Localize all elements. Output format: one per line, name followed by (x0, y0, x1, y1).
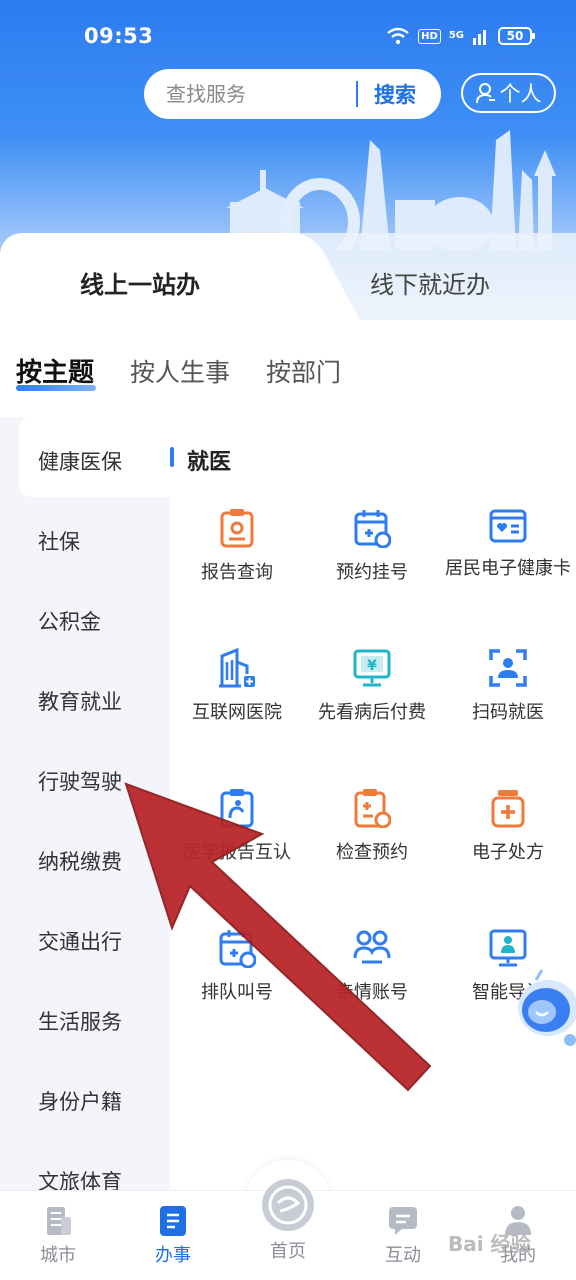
city-building-icon (47, 1207, 71, 1235)
nav-label: 城市 (40, 1245, 76, 1266)
status-time: 09:53 (84, 24, 154, 48)
service-family-account[interactable]: 亲情账号 (307, 928, 437, 1004)
personal-button[interactable]: 个人 (461, 73, 556, 113)
service-label: 排队叫号 (201, 982, 273, 1003)
sidebar-item-social-security[interactable]: 社保 (38, 526, 80, 556)
scan-code-icon (489, 649, 527, 687)
tab-online[interactable]: 线上一站办 (80, 265, 200, 300)
home-logo-icon (262, 1179, 314, 1231)
nav-label: 办事 (155, 1245, 191, 1266)
sidebar-item-identity[interactable]: 身份户籍 (38, 1086, 122, 1116)
service-label: 医学报告互认 (183, 842, 291, 863)
service-medical-report-mutual[interactable]: 医学报告互认 (172, 788, 302, 864)
hd-badge: HD (418, 28, 441, 44)
service-queue[interactable]: 排队叫号 (172, 928, 302, 1004)
battery-indicator: 50 (498, 27, 535, 45)
watermark: Bai 经验 (448, 1232, 531, 1256)
signal-icon (473, 30, 486, 45)
tab-by-theme[interactable]: 按主题 (16, 352, 97, 391)
status-bar: 09:53 HD 5G 50 (0, 0, 576, 72)
ai-assistant-robot[interactable] (508, 968, 576, 1058)
service-e-prescription[interactable]: 电子处方 (443, 788, 573, 864)
service-scan-code[interactable]: 扫码就医 (443, 648, 573, 724)
sidebar-item-transport[interactable]: 交通出行 (38, 926, 122, 956)
exam-appointment-icon (354, 789, 391, 828)
prescription-icon (491, 790, 525, 828)
nav-city[interactable]: 城市 (8, 1191, 108, 1280)
status-icons: HD 5G 50 (386, 24, 535, 48)
service-exam-appointment[interactable]: 检查预约 (307, 788, 437, 864)
health-card-icon (489, 509, 527, 543)
service-label: 电子处方 (472, 842, 544, 863)
sidebar-item-tax[interactable]: 纳税缴费 (38, 846, 122, 876)
sidebar-item-driving[interactable]: 行驶驾驶 (38, 766, 122, 796)
service-label: 居民电子健康卡 (445, 558, 571, 579)
service-label: 先看病后付费 (318, 702, 426, 723)
search-button[interactable]: 搜索 (374, 79, 416, 109)
search-input[interactable] (166, 82, 346, 106)
smart-guide-icon (489, 929, 527, 967)
section-title: 就医 (187, 450, 232, 475)
theme-sidebar (0, 417, 170, 1192)
search-bar[interactable]: 搜索 (144, 69, 441, 119)
city-skyline-illustration (226, 130, 556, 250)
wifi-icon (387, 27, 409, 45)
personal-button-label: 个人 (499, 82, 542, 106)
service-label: 亲情账号 (336, 982, 408, 1003)
queue-icon (219, 930, 256, 968)
chat-icon (389, 1207, 417, 1235)
payment-monitor-icon: ¥ (353, 649, 391, 687)
nav-services[interactable]: 办事 (123, 1191, 223, 1280)
service-report-query[interactable]: 报告查询 (172, 508, 302, 584)
svg-text:¥: ¥ (367, 658, 377, 674)
network-label: 5G (448, 30, 464, 41)
service-appointment[interactable]: 预约挂号 (307, 508, 437, 584)
service-health-card[interactable]: 居民电子健康卡 (443, 508, 573, 580)
tab-by-life-event[interactable]: 按人生事 (130, 353, 230, 389)
service-label: 互联网医院 (192, 702, 282, 723)
service-pay-later[interactable]: ¥ 先看病后付费 (307, 648, 437, 724)
search-divider (356, 81, 358, 107)
nav-label: 互动 (385, 1245, 421, 1266)
calendar-appointment-icon (354, 510, 391, 548)
service-label: 报告查询 (201, 562, 273, 583)
user-icon (475, 83, 495, 104)
nav-label: 首页 (270, 1241, 306, 1262)
tab-offline[interactable]: 线下就近办 (370, 265, 490, 300)
section-marker (170, 447, 174, 467)
hospital-icon (219, 648, 255, 688)
mode-tabs: 线上一站办 线下就近办 (0, 233, 576, 333)
service-label: 预约挂号 (336, 562, 408, 583)
service-label: 检查预约 (336, 842, 408, 863)
service-label: 扫码就医 (472, 702, 544, 723)
sidebar-item-education[interactable]: 教育就业 (38, 686, 122, 716)
sidebar-item-housing-fund[interactable]: 公积金 (38, 606, 101, 636)
family-account-icon (353, 930, 391, 964)
nav-home[interactable]: 首页 (238, 1165, 338, 1262)
report-icon (220, 509, 254, 548)
sidebar-item-life-services[interactable]: 生活服务 (38, 1006, 122, 1036)
tab-by-department[interactable]: 按部门 (266, 353, 341, 389)
clipboard-icon (160, 1206, 186, 1236)
service-internet-hospital[interactable]: 互联网医院 (172, 648, 302, 724)
category-tabs: 按主题 按人生事 按部门 (16, 352, 341, 391)
sidebar-item-health[interactable]: 健康医保 (38, 446, 122, 476)
nav-interact[interactable]: 互动 (353, 1191, 453, 1280)
medical-report-icon (220, 789, 254, 828)
